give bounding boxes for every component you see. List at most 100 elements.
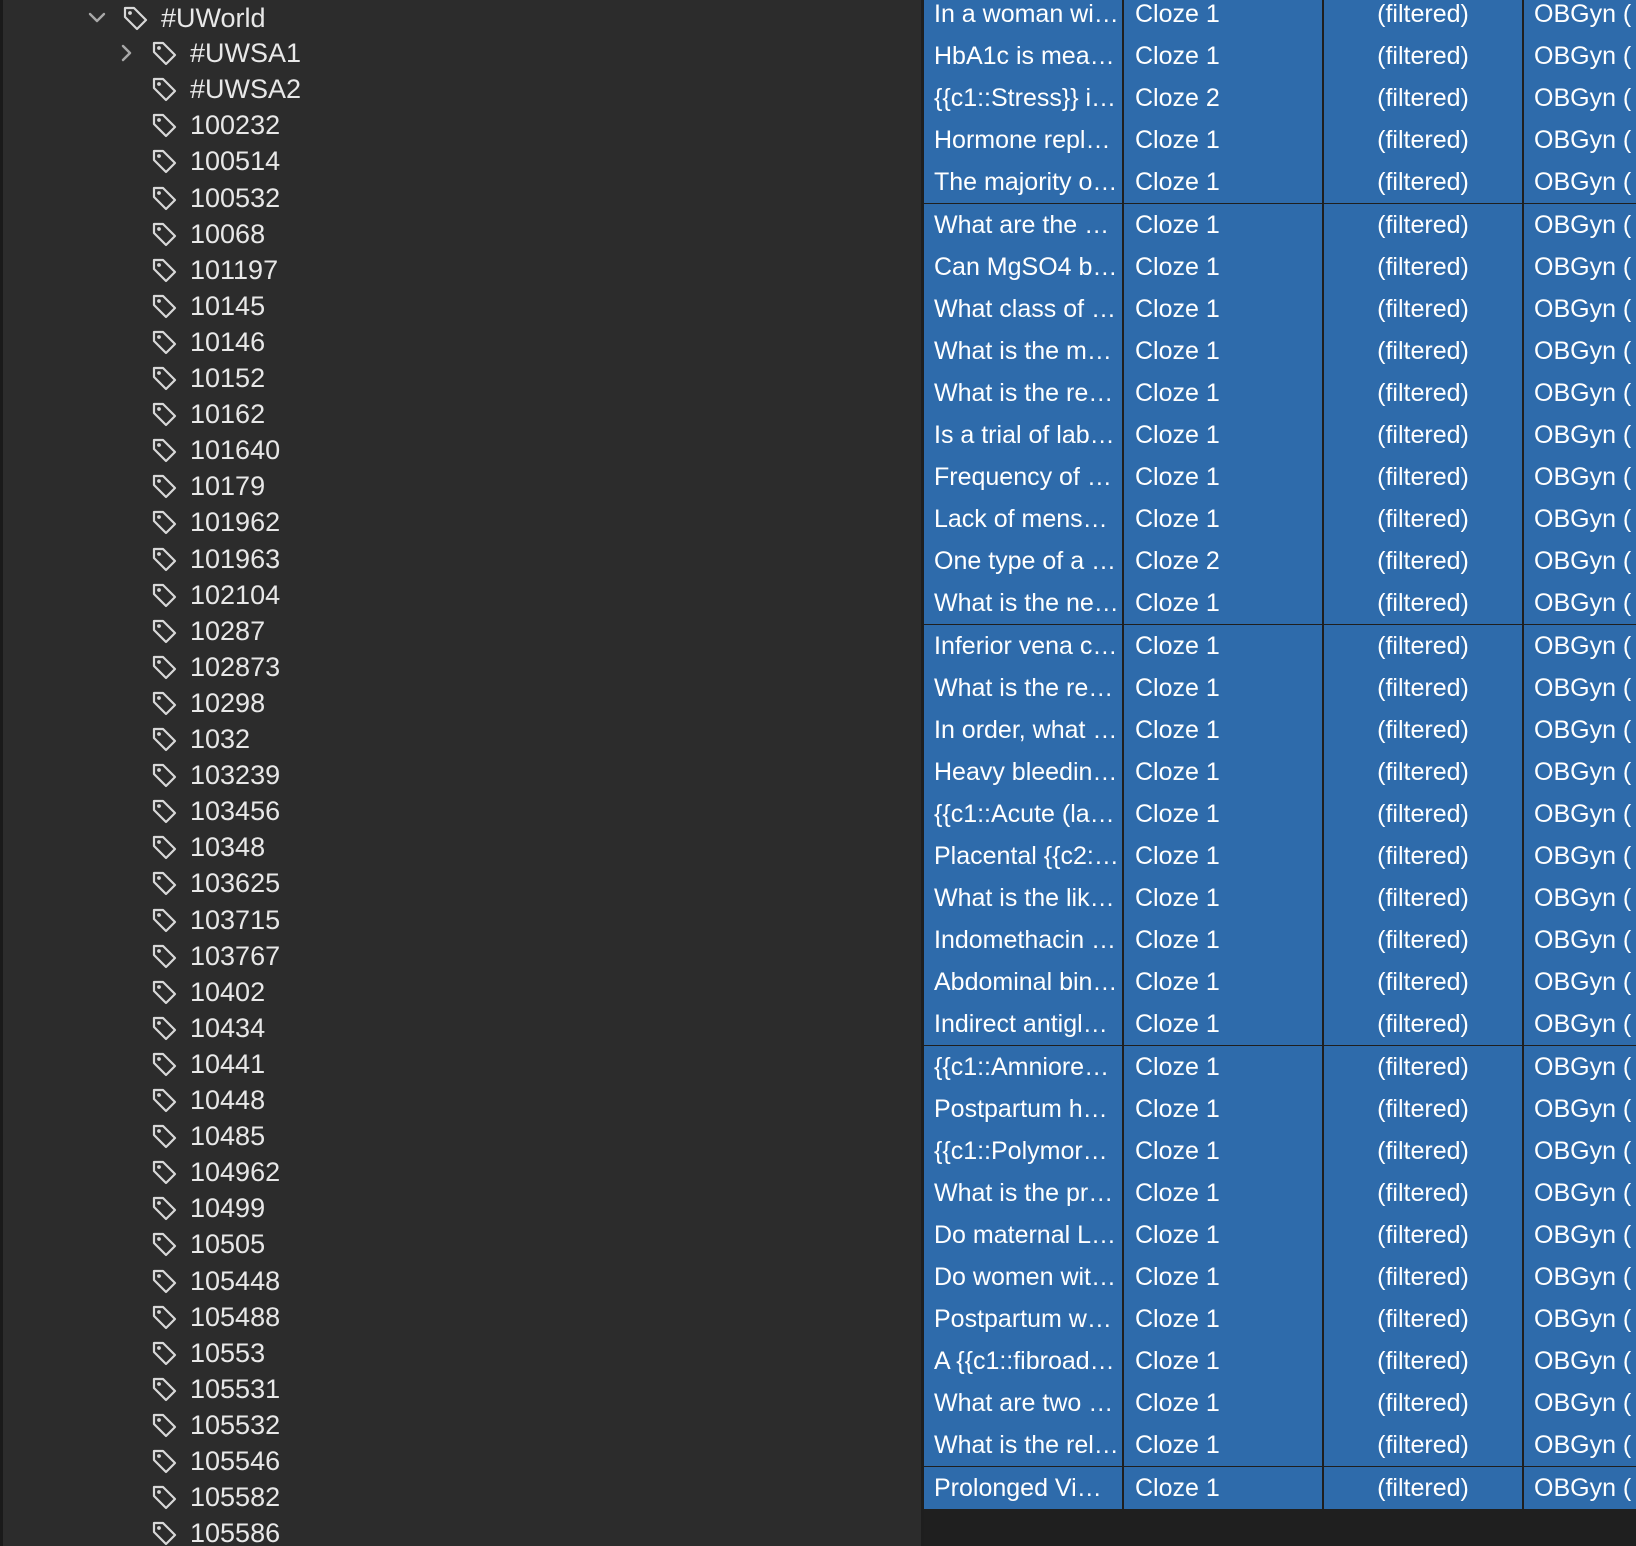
tag-tree-item[interactable]: 10553 (3, 1335, 921, 1371)
table-row[interactable]: Heavy bleedin… Cloze 1 (filtered) OBGyn ( (924, 751, 1636, 793)
tag-tree-item[interactable]: 105586 (3, 1515, 921, 1546)
tag-tree-item[interactable]: 103456 (3, 793, 921, 829)
tag-tree-item[interactable]: 10162 (3, 396, 921, 432)
card-type-cell: Cloze 1 (1124, 330, 1322, 372)
table-row[interactable]: What is the re… Cloze 1 (filtered) OBGyn ( (924, 372, 1636, 414)
tag-tree-item[interactable]: 10499 (3, 1190, 921, 1226)
tag-tree-item[interactable]: 101962 (3, 504, 921, 540)
table-row[interactable]: {{c1::Stress}} i… Cloze 2 (filtered) OBGyn … (924, 77, 1636, 119)
table-row[interactable]: {{c1::Amniore… Cloze 1 (filtered) OBGyn ( (924, 1046, 1636, 1088)
tag-tree-item[interactable]: 101197 (3, 252, 921, 288)
tag-tree-item[interactable]: 100532 (3, 180, 921, 216)
tag-label: 103767 (190, 941, 281, 971)
tag-tree-item[interactable]: 103715 (3, 902, 921, 938)
chevron-right-icon[interactable] (114, 41, 138, 65)
table-row[interactable]: Indomethacin … Cloze 1 (filtered) OBGyn ( (924, 919, 1636, 961)
tag-label: 103456 (190, 796, 281, 826)
table-row[interactable]: The majority o… Cloze 1 (filtered) OBGyn ( (924, 161, 1636, 203)
due-cell: (filtered) (1324, 751, 1522, 793)
tag-tree-item[interactable]: 10402 (3, 974, 921, 1010)
tag-tree-item[interactable]: 10179 (3, 468, 921, 504)
table-row[interactable]: What is the pr… Cloze 1 (filtered) OBGyn ( (924, 1172, 1636, 1214)
tag-tree-item[interactable]: 1032 (3, 721, 921, 757)
table-row[interactable]: Prolonged Vi… Cloze 1 (filtered) OBGyn ( (924, 1467, 1636, 1509)
tag-tree-item[interactable]: 10068 (3, 216, 921, 252)
table-row[interactable]: What is the ne… Cloze 1 (filtered) OBGyn ( (924, 582, 1636, 624)
table-row[interactable]: Indirect antigl… Cloze 1 (filtered) OBGyn ( (924, 1003, 1636, 1045)
table-row[interactable]: What are two … Cloze 1 (filtered) OBGyn ( (924, 1382, 1636, 1424)
tag-label: 105586 (190, 1518, 281, 1546)
table-row[interactable]: HbA1c is mea… Cloze 1 (filtered) OBGyn ( (924, 35, 1636, 77)
table-row[interactable]: What is the m… Cloze 1 (filtered) OBGyn ( (924, 330, 1636, 372)
table-row[interactable]: What is the rel… Cloze 1 (filtered) OBGyn ( (924, 1424, 1636, 1466)
deck-cell: OBGyn ( (1524, 246, 1636, 288)
table-row[interactable]: One type of a … Cloze 2 (filtered) OBGyn ( (924, 540, 1636, 582)
table-row[interactable]: Do maternal L… Cloze 1 (filtered) OBGyn ( (924, 1214, 1636, 1256)
tag-tree-item[interactable]: 105532 (3, 1407, 921, 1443)
table-row[interactable]: What is the re… Cloze 1 (filtered) OBGyn ( (924, 667, 1636, 709)
sort-field-cell: What are two … (924, 1382, 1122, 1424)
table-row[interactable]: Postpartum w… Cloze 1 (filtered) OBGyn ( (924, 1298, 1636, 1340)
card-type-cell: Cloze 2 (1124, 77, 1322, 119)
tag-tree-item[interactable]: #UWorld (3, 0, 921, 36)
deck-cell: OBGyn ( (1524, 330, 1636, 372)
tag-tree-item[interactable]: 10448 (3, 1082, 921, 1118)
tag-tree-item[interactable]: 10434 (3, 1010, 921, 1046)
table-row[interactable]: {{c1::Polymor… Cloze 1 (filtered) OBGyn ( (924, 1130, 1636, 1172)
sort-field-cell: What is the re… (924, 667, 1122, 709)
table-row[interactable]: Can MgSO4 b… Cloze 1 (filtered) OBGyn ( (924, 246, 1636, 288)
tag-tree-item[interactable]: 10505 (3, 1226, 921, 1262)
tag-tree-item[interactable]: 100232 (3, 107, 921, 143)
tag-tree-item[interactable]: 102104 (3, 577, 921, 613)
deck-cell: OBGyn ( (1524, 0, 1636, 35)
table-row[interactable]: Lack of mens… Cloze 1 (filtered) OBGyn ( (924, 498, 1636, 540)
card-type-cell: Cloze 1 (1124, 161, 1322, 203)
tag-tree-item[interactable]: 10348 (3, 829, 921, 865)
table-row[interactable]: Do women wit… Cloze 1 (filtered) OBGyn ( (924, 1256, 1636, 1298)
table-row[interactable]: Postpartum h… Cloze 1 (filtered) OBGyn ( (924, 1088, 1636, 1130)
card-type-cell: Cloze 1 (1124, 1130, 1322, 1172)
tag-tree-item[interactable]: #UWSA2 (3, 71, 921, 107)
tag-tree-item[interactable]: 105531 (3, 1371, 921, 1407)
tag-icon (150, 39, 178, 67)
tag-tree-item[interactable]: 101640 (3, 432, 921, 468)
tag-tree-item[interactable]: 105488 (3, 1299, 921, 1335)
tag-tree-item[interactable]: 10298 (3, 685, 921, 721)
tag-icon (150, 653, 178, 681)
tag-tree-item[interactable]: 10287 (3, 613, 921, 649)
table-row[interactable]: What class of … Cloze 1 (filtered) OBGyn ( (924, 288, 1636, 330)
tag-tree-item[interactable]: 101963 (3, 541, 921, 577)
tag-tree-item[interactable]: 10145 (3, 288, 921, 324)
tag-tree-item[interactable]: 103767 (3, 938, 921, 974)
table-row[interactable]: In a woman wi… Cloze 1 (filtered) OBGyn ( (924, 0, 1636, 35)
tag-tree-item[interactable]: 105582 (3, 1479, 921, 1515)
tag-tree-item[interactable]: 10441 (3, 1046, 921, 1082)
table-row[interactable]: Frequency of … Cloze 1 (filtered) OBGyn ( (924, 456, 1636, 498)
tag-tree-item[interactable]: 105546 (3, 1443, 921, 1479)
table-row[interactable]: {{c1::Acute (la… Cloze 1 (filtered) OBGyn ( (924, 793, 1636, 835)
table-row[interactable]: Is a trial of lab… Cloze 1 (filtered) OBGyn… (924, 414, 1636, 456)
table-row[interactable]: In order, what … Cloze 1 (filtered) OBGyn ( (924, 709, 1636, 751)
tag-label: 104962 (190, 1157, 281, 1187)
tag-tree-item[interactable]: #UWSA1 (3, 35, 921, 71)
tag-tree-item[interactable]: 10485 (3, 1118, 921, 1154)
tag-tree-item[interactable]: 103239 (3, 757, 921, 793)
tag-tree-item[interactable]: 104962 (3, 1154, 921, 1190)
tag-tree-item[interactable]: 10152 (3, 360, 921, 396)
tag-label: 100514 (190, 146, 281, 176)
table-row[interactable]: What is the lik… Cloze 1 (filtered) OBGyn ( (924, 877, 1636, 919)
table-row[interactable]: Hormone repl… Cloze 1 (filtered) OBGyn ( (924, 119, 1636, 161)
table-row[interactable]: A {{c1::fibroad… Cloze 1 (filtered) OBGyn ( (924, 1340, 1636, 1382)
table-row[interactable]: Placental {{c2:… Cloze 1 (filtered) OBGyn ( (924, 835, 1636, 877)
tag-tree-item[interactable]: 10146 (3, 324, 921, 360)
table-row[interactable]: What are the … Cloze 1 (filtered) OBGyn ( (924, 204, 1636, 246)
tag-tree-item[interactable]: 102873 (3, 649, 921, 685)
table-row[interactable]: Abdominal bin… Cloze 1 (filtered) OBGyn ( (924, 961, 1636, 1003)
tag-tree-item[interactable]: 105448 (3, 1263, 921, 1299)
tag-tree-item[interactable]: 103625 (3, 865, 921, 901)
sort-field-cell: What is the m… (924, 330, 1122, 372)
table-row[interactable]: Inferior vena c… Cloze 1 (filtered) OBGyn ( (924, 625, 1636, 667)
chevron-down-icon[interactable] (85, 6, 109, 30)
tag-tree-item[interactable]: 100514 (3, 143, 921, 179)
deck-cell: OBGyn ( (1524, 161, 1636, 203)
